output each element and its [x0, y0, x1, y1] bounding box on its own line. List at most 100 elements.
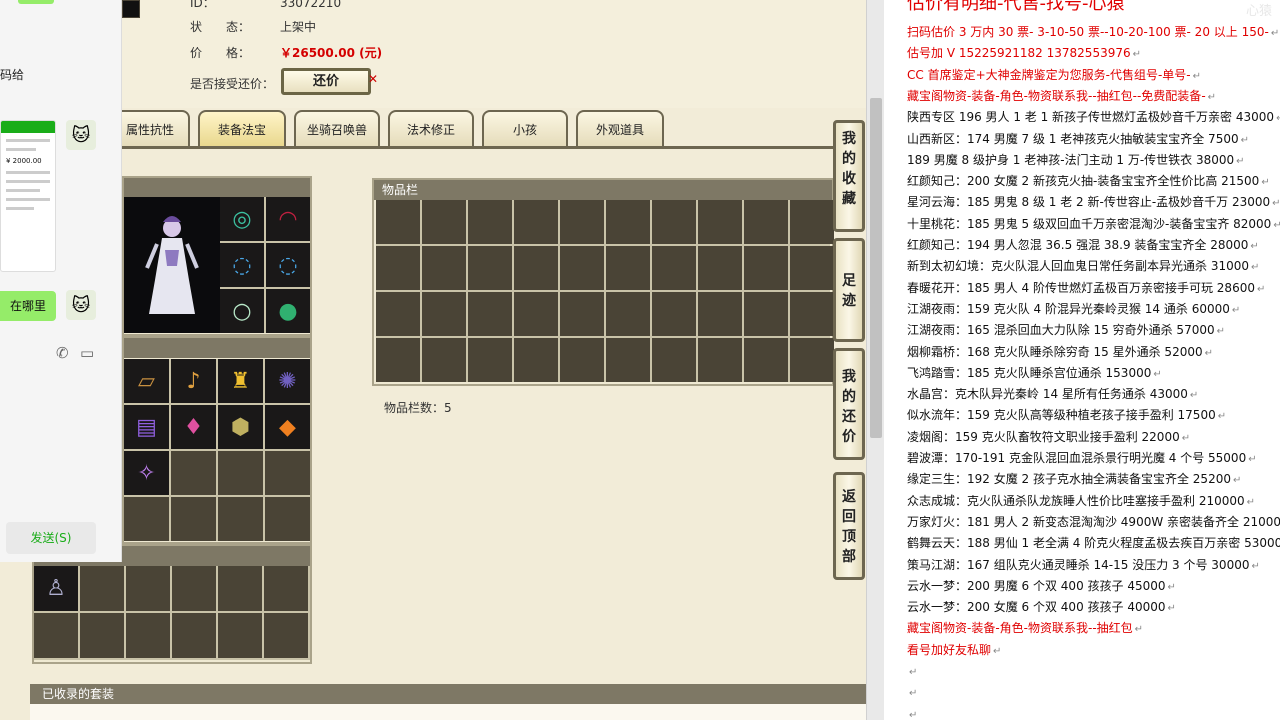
equip-slot[interactable]: ◎ [220, 197, 264, 241]
inventory-slot[interactable] [790, 246, 834, 290]
equip-slot[interactable]: ● [266, 289, 310, 333]
inventory-slot[interactable] [606, 338, 650, 382]
inventory-slot[interactable] [560, 338, 604, 382]
treasure-slot[interactable]: ✧ [124, 451, 169, 495]
inventory-slot[interactable] [698, 292, 742, 336]
equip-slot[interactable]: ◌ [220, 243, 264, 287]
my-bargains-button[interactable]: 我的还价 [833, 348, 865, 460]
screenshot-header [1, 121, 55, 133]
costume-slot[interactable] [80, 566, 124, 611]
shared-screenshot-image[interactable]: ¥ 2000.00 [0, 120, 56, 272]
inventory-slot[interactable] [468, 338, 512, 382]
costume-slot[interactable] [218, 613, 262, 658]
inventory-slot[interactable] [744, 338, 788, 382]
treasure-slot[interactable] [171, 451, 216, 495]
costume-slot[interactable] [264, 566, 308, 611]
inventory-slot[interactable] [560, 246, 604, 290]
tab-child[interactable]: 小孩 [482, 110, 568, 146]
costume-slot[interactable]: ♙ [34, 566, 78, 611]
phone-icon[interactable]: ✆ [56, 344, 69, 362]
inventory-slot[interactable] [422, 246, 466, 290]
treasure-slot[interactable]: ♜ [218, 359, 263, 403]
inventory-slot[interactable] [744, 246, 788, 290]
inventory-slot[interactable] [422, 338, 466, 382]
inventory-slot[interactable] [376, 338, 420, 382]
tab-equipment[interactable]: 装备法宝 [198, 110, 286, 146]
treasure-slot[interactable]: ⬢ [218, 405, 263, 449]
inventory-slot[interactable] [698, 338, 742, 382]
costume-slot[interactable] [126, 613, 170, 658]
inventory-slot[interactable] [560, 200, 604, 244]
inventory-slot[interactable] [790, 292, 834, 336]
equip-slot[interactable]: ◌ [266, 243, 310, 287]
equip-slot[interactable]: ◠ [266, 197, 310, 241]
document-line: 策马江湖：167 组队克火通灵睡杀 14-15 没压力 3 个号 30000 ↵ [907, 555, 1260, 577]
tab-appearance[interactable]: 外观道具 [576, 110, 664, 146]
treasure-slot[interactable]: ♦ [171, 405, 216, 449]
inventory-slot[interactable] [422, 292, 466, 336]
treasure-slot[interactable]: ✺ [265, 359, 310, 403]
inventory-slot[interactable] [376, 246, 420, 290]
inventory-slot[interactable] [376, 200, 420, 244]
avatar[interactable]: 🐱 [66, 120, 96, 150]
inventory-slot[interactable] [790, 338, 834, 382]
inventory-slot[interactable] [514, 246, 558, 290]
costume-slot[interactable] [172, 566, 216, 611]
inventory-slot[interactable] [468, 200, 512, 244]
inventory-slot[interactable] [606, 246, 650, 290]
costume-slot[interactable] [80, 613, 124, 658]
history-button[interactable]: 足迹 [833, 238, 865, 342]
close-icon[interactable]: ✕ [368, 72, 378, 86]
treasure-slot[interactable] [171, 497, 216, 541]
tab-spells[interactable]: 法术修正 [388, 110, 474, 146]
video-icon[interactable]: ▭ [80, 344, 94, 362]
bargain-button[interactable]: 还价 [281, 68, 371, 95]
inventory-slot[interactable] [422, 200, 466, 244]
tab-attributes[interactable]: 属性抗性 [110, 110, 190, 146]
document-line-text: 春暖花开：185 男人 4 阶传世燃灯孟极百万亲密接手可玩 28600 [907, 281, 1255, 295]
treasure-slot[interactable]: ♪ [171, 359, 216, 403]
scrollbar-thumb[interactable] [870, 98, 882, 438]
favorites-button[interactable]: 我的收藏 [833, 120, 865, 232]
inventory-slot[interactable] [744, 200, 788, 244]
treasure-slot[interactable] [265, 497, 310, 541]
treasure-slot[interactable] [218, 497, 263, 541]
inventory-slot[interactable] [514, 338, 558, 382]
inventory-slot[interactable] [514, 292, 558, 336]
send-button[interactable]: 发送(S) [6, 522, 96, 554]
inventory-slot[interactable] [652, 246, 696, 290]
id-label: ID： [190, 0, 215, 10]
costume-slot[interactable] [126, 566, 170, 611]
treasure-slot[interactable] [265, 451, 310, 495]
inventory-slot[interactable] [790, 200, 834, 244]
treasure-slot[interactable] [218, 451, 263, 495]
costume-slot[interactable] [34, 613, 78, 658]
inventory-slot[interactable] [652, 338, 696, 382]
avatar[interactable]: 🐱 [66, 290, 96, 320]
treasure-slot[interactable]: ◆ [265, 405, 310, 449]
inventory-slot[interactable] [744, 292, 788, 336]
equip-slot[interactable]: ○ [220, 289, 264, 333]
paragraph-mark-icon: ↵ [1250, 241, 1259, 252]
treasure-slot[interactable] [124, 497, 169, 541]
inventory-slot[interactable] [468, 246, 512, 290]
page-scrollbar[interactable] [866, 0, 884, 720]
inventory-slot[interactable] [652, 292, 696, 336]
costume-slot[interactable] [218, 566, 262, 611]
inventory-slot[interactable] [376, 292, 420, 336]
treasure-slot[interactable]: ▱ [124, 359, 169, 403]
inventory-slot[interactable] [698, 246, 742, 290]
back-to-top-button[interactable]: 返回顶部 [833, 472, 865, 580]
inventory-slot[interactable] [606, 200, 650, 244]
screenshot-line [6, 189, 40, 192]
inventory-slot[interactable] [698, 200, 742, 244]
inventory-slot[interactable] [468, 292, 512, 336]
costume-slot[interactable] [172, 613, 216, 658]
inventory-slot[interactable] [652, 200, 696, 244]
treasure-slot[interactable]: ▤ [124, 405, 169, 449]
inventory-slot[interactable] [606, 292, 650, 336]
inventory-slot[interactable] [514, 200, 558, 244]
inventory-slot[interactable] [560, 292, 604, 336]
costume-slot[interactable] [264, 613, 308, 658]
tab-mounts-pets[interactable]: 坐骑召唤兽 [294, 110, 380, 146]
